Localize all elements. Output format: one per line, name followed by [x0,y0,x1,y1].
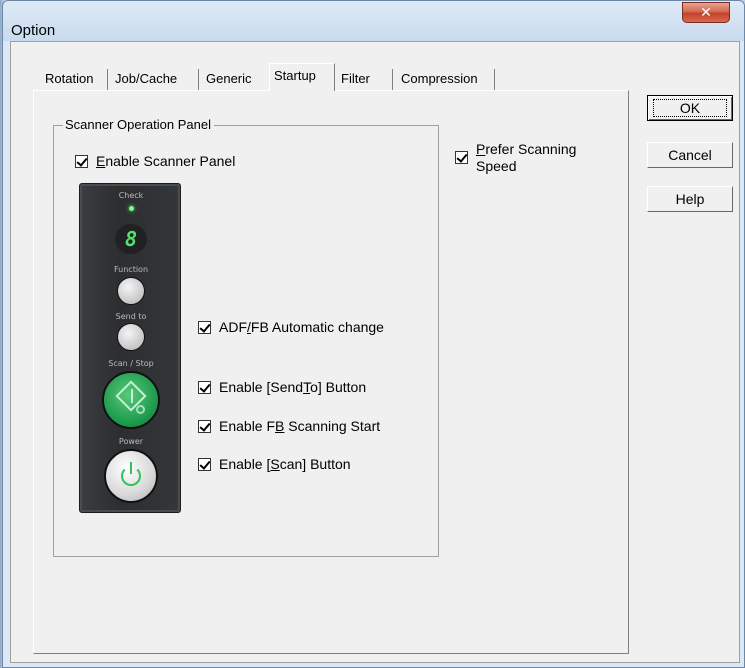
checkbox-box [198,420,211,433]
enable-scan-button-checkbox[interactable]: Enable [Scan] Button [198,456,351,473]
checkbox-box [75,155,88,168]
checkbox-label: Enable Scanner Panel [96,153,236,169]
checkbox-box [198,381,211,394]
checkbox-label: Enable FB Scanning Start [219,418,381,434]
checkbox-label: ADF/FB Automatic change [219,319,384,335]
window-title: Option [11,22,56,39]
checkbox-label: Prefer Scanning Speed [476,141,577,174]
power-button-icon [104,449,158,503]
tab-separator [494,69,495,91]
option-dialog: Option ✕ Rotation Job/Cache Generic Star… [2,0,745,668]
send-to-button-icon [117,323,145,351]
cancel-button[interactable]: Cancel [647,142,733,168]
tab-startup[interactable]: Startup [269,63,335,91]
scan-line-icon [131,389,133,403]
tab-separator [392,69,393,91]
function-button-icon [117,277,145,305]
checkbox-box [455,151,468,164]
checkbox-label: Enable [SendTo] Button [219,379,367,395]
ok-button[interactable]: OK [647,95,733,121]
function-label: Function [113,265,149,274]
scan-stop-label: Scan / Stop [108,359,154,368]
tab-generic[interactable]: Generic [202,69,256,91]
tab-rotation[interactable]: Rotation [41,69,97,91]
close-button[interactable]: ✕ [682,2,730,23]
checkbox-box [198,321,211,334]
prefer-scanning-speed-checkbox[interactable]: Prefer Scanning Speed [455,141,576,175]
check-label: Check [118,191,144,200]
help-button[interactable]: Help [647,186,733,212]
checkbox-box [198,458,211,471]
scan-gear-icon [136,405,145,414]
tab-job-cache[interactable]: Job/Cache [111,69,181,91]
tab-filter[interactable]: Filter [337,69,374,91]
scan-stop-button-icon [102,371,160,429]
power-bar-icon [130,462,132,474]
tab-compression[interactable]: Compression [397,69,482,91]
function-digit-display: 8 [115,224,147,254]
titlebar: Option ✕ [3,1,744,41]
tab-separator [198,69,199,91]
scanner-panel-image: Check 8 Function Send to Scan / Stop Pow… [79,183,181,513]
tab-separator [107,69,108,91]
send-to-label: Send to [115,312,147,321]
group-title: Scanner Operation Panel [63,118,214,132]
checkbox-label: Enable [Scan] Button [219,456,351,472]
power-label: Power [118,437,144,446]
dialog-client: Rotation Job/Cache Generic Startup Filte… [10,41,740,663]
check-led-icon [129,206,134,211]
close-icon: ✕ [700,4,712,20]
adf-fb-automatic-change-checkbox[interactable]: ADF/FB Automatic change [198,319,384,336]
enable-fb-scanning-start-checkbox[interactable]: Enable FB Scanning Start [198,418,380,435]
enable-sendto-button-checkbox[interactable]: Enable [SendTo] Button [198,379,366,396]
enable-scanner-panel-checkbox[interactable]: Enable Scanner Panel [75,153,235,170]
